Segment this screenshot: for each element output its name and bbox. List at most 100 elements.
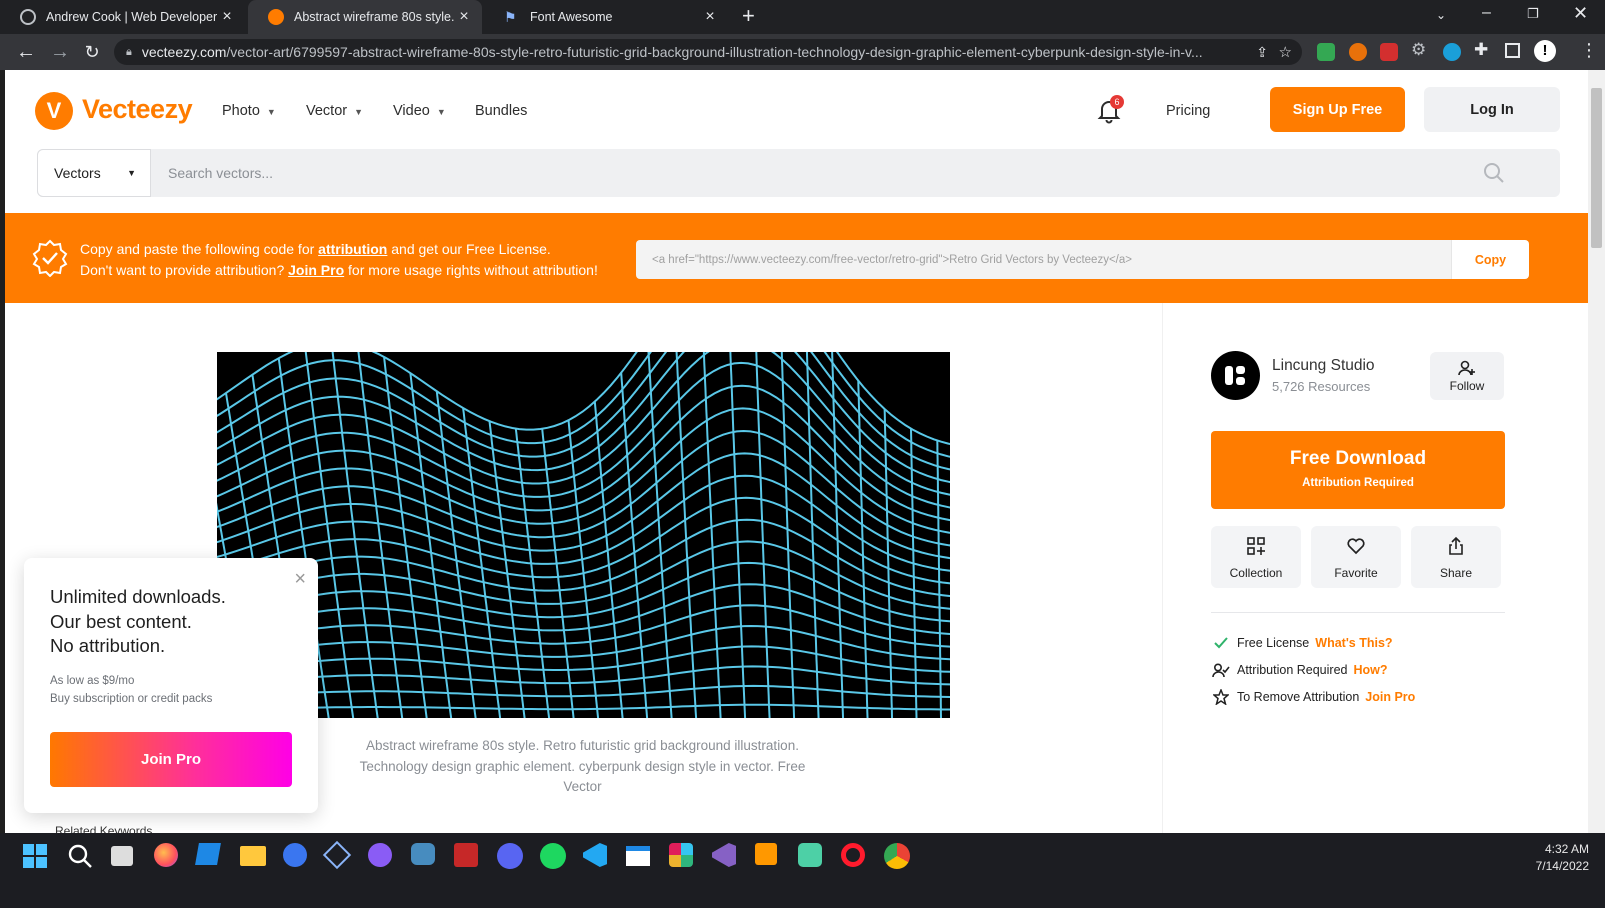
gear-extension-icon[interactable]: ⚙: [1411, 40, 1426, 60]
drive-extension-icon[interactable]: [1317, 43, 1335, 61]
wireframe-preview-image[interactable]: [217, 352, 950, 718]
wireframe-line: [729, 352, 747, 718]
app-icon[interactable]: [454, 843, 484, 873]
author-avatar[interactable]: [1211, 351, 1260, 400]
action-label: Collection: [1229, 566, 1283, 580]
browser-tab[interactable]: Andrew Cook | Web Developer ×: [0, 0, 245, 34]
logo-text[interactable]: Vecteezy: [82, 94, 193, 125]
notification-bell-icon[interactable]: 6: [1097, 95, 1124, 124]
nav-label: Vector: [306, 103, 348, 119]
opera-icon[interactable]: [841, 843, 871, 873]
flag-icon: ⚑: [504, 8, 517, 25]
duckduckgo-extension-icon[interactable]: [1349, 43, 1367, 61]
promo-headline-3: No attribution.: [50, 635, 166, 656]
close-tab-icon[interactable]: ×: [456, 8, 472, 26]
share-button[interactable]: Share: [1411, 526, 1501, 588]
author-name[interactable]: Lincung Studio: [1272, 357, 1375, 375]
system-clock[interactable]: 4:32 AM 7/14/2022: [1536, 841, 1589, 875]
license-row: To Remove Attribution Join Pro: [1211, 688, 1415, 706]
license-row: Free License What's This?: [1211, 634, 1393, 652]
search-taskbar-icon[interactable]: [67, 843, 97, 873]
star-icon: [1211, 689, 1231, 705]
app-window-icon[interactable]: [626, 843, 656, 873]
license-link[interactable]: Join Pro: [1365, 690, 1415, 704]
edge-extension-icon[interactable]: [1443, 43, 1461, 61]
action-label: Favorite: [1334, 566, 1378, 580]
file-explorer-icon[interactable]: [240, 843, 270, 873]
chrome-icon[interactable]: [884, 843, 914, 873]
vecteezy-logo-icon[interactable]: V: [35, 92, 73, 130]
attribution-text: Copy and paste the following code for: [80, 241, 319, 257]
nav-video[interactable]: Video ▼: [393, 103, 446, 119]
copy-button[interactable]: Copy: [1451, 240, 1529, 279]
image-caption: Abstract wireframe 80s style. Retro futu…: [359, 738, 806, 794]
tab-title: Font Awesome: [530, 10, 613, 24]
log-in-button[interactable]: Log In: [1424, 87, 1560, 132]
vscode-icon[interactable]: [583, 843, 613, 873]
sign-up-button[interactable]: Sign Up Free: [1270, 87, 1405, 132]
signal-icon[interactable]: [283, 843, 313, 873]
pdf-extension-icon[interactable]: [1380, 43, 1398, 61]
slack-icon[interactable]: [669, 843, 699, 873]
wireframe-line: [331, 352, 379, 718]
close-window-icon[interactable]: ✕: [1573, 3, 1588, 24]
spotify-icon[interactable]: [540, 843, 570, 873]
sublime-icon[interactable]: [755, 843, 785, 873]
visual-studio-icon[interactable]: [712, 843, 742, 873]
menu-kebab-icon[interactable]: ⋮: [1580, 40, 1598, 61]
windows-start-icon[interactable]: [22, 843, 52, 873]
scrollbar-thumb[interactable]: [1591, 88, 1602, 248]
back-icon[interactable]: ←: [10, 34, 42, 70]
free-download-button[interactable]: Free Download Attribution Required: [1211, 431, 1505, 509]
github-icon[interactable]: [368, 843, 398, 873]
tab-search-icon[interactable]: ⌄: [1436, 8, 1446, 22]
puzzle-icon[interactable]: ✚: [1474, 40, 1488, 60]
promo-headline-1: Unlimited downloads.: [50, 586, 226, 607]
collection-button[interactable]: Collection: [1211, 526, 1301, 588]
firefox-icon[interactable]: [154, 843, 184, 873]
close-icon[interactable]: ×: [294, 568, 306, 591]
share-page-icon[interactable]: ⇪: [1256, 44, 1268, 61]
browser-tab-active[interactable]: Abstract wireframe 80s style. Retr ×: [248, 0, 482, 34]
page-scrollbar[interactable]: [1588, 70, 1605, 852]
wireframe-line: [217, 352, 950, 446]
minimize-icon[interactable]: –: [1482, 4, 1491, 22]
new-tab-button[interactable]: +: [742, 3, 755, 29]
promo-subtext: Buy subscription or credit packs: [50, 693, 213, 705]
search-type-dropdown[interactable]: Vectors ▼: [37, 149, 151, 197]
task-view-icon[interactable]: [111, 843, 141, 873]
nav-label: Bundles: [475, 103, 528, 119]
sidepanel-icon[interactable]: [1505, 43, 1520, 58]
app-green-icon[interactable]: [798, 843, 828, 873]
browser-tab[interactable]: ⚑ Font Awesome ×: [484, 0, 728, 34]
attribution-line-1: Copy and paste the following code for at…: [80, 241, 551, 257]
profile-icon[interactable]: !: [1534, 40, 1556, 62]
license-link[interactable]: How?: [1353, 663, 1387, 677]
bookmark-star-icon[interactable]: ☆: [1279, 43, 1292, 61]
pricing-link[interactable]: Pricing: [1166, 103, 1210, 119]
virtualbox-icon[interactable]: [322, 840, 355, 873]
join-pro-link[interactable]: Join Pro: [288, 262, 344, 278]
url-host: vecteezy.com: [141, 44, 227, 60]
nav-photo[interactable]: Photo ▼: [222, 103, 276, 119]
chevron-down-icon: ▼: [436, 107, 446, 117]
license-link[interactable]: What's This?: [1315, 636, 1392, 650]
store-icon[interactable]: [195, 843, 227, 873]
close-tab-icon[interactable]: ×: [702, 8, 718, 26]
restore-icon[interactable]: ❐: [1527, 6, 1539, 22]
godot-icon[interactable]: [411, 843, 441, 873]
forward-icon[interactable]: →: [44, 34, 76, 70]
follow-button[interactable]: Follow: [1430, 352, 1504, 400]
join-pro-button[interactable]: Join Pro: [50, 732, 292, 787]
attribution-code-field[interactable]: <a href="https://www.vecteezy.com/free-v…: [636, 240, 1451, 279]
nav-vector[interactable]: Vector ▼: [306, 103, 363, 119]
favorite-button[interactable]: Favorite: [1311, 526, 1401, 588]
url-field[interactable]: 🔒︎ vecteezy.com /vector-art/6799597-abst…: [114, 39, 1302, 65]
close-tab-icon[interactable]: ×: [219, 8, 235, 26]
nav-bundles[interactable]: Bundles: [475, 103, 527, 119]
reload-icon[interactable]: ↻: [76, 34, 108, 70]
search-input[interactable]: [151, 149, 1491, 197]
search-icon[interactable]: [1483, 162, 1505, 189]
attribution-link[interactable]: attribution: [318, 241, 387, 257]
discord-icon[interactable]: [497, 843, 527, 873]
